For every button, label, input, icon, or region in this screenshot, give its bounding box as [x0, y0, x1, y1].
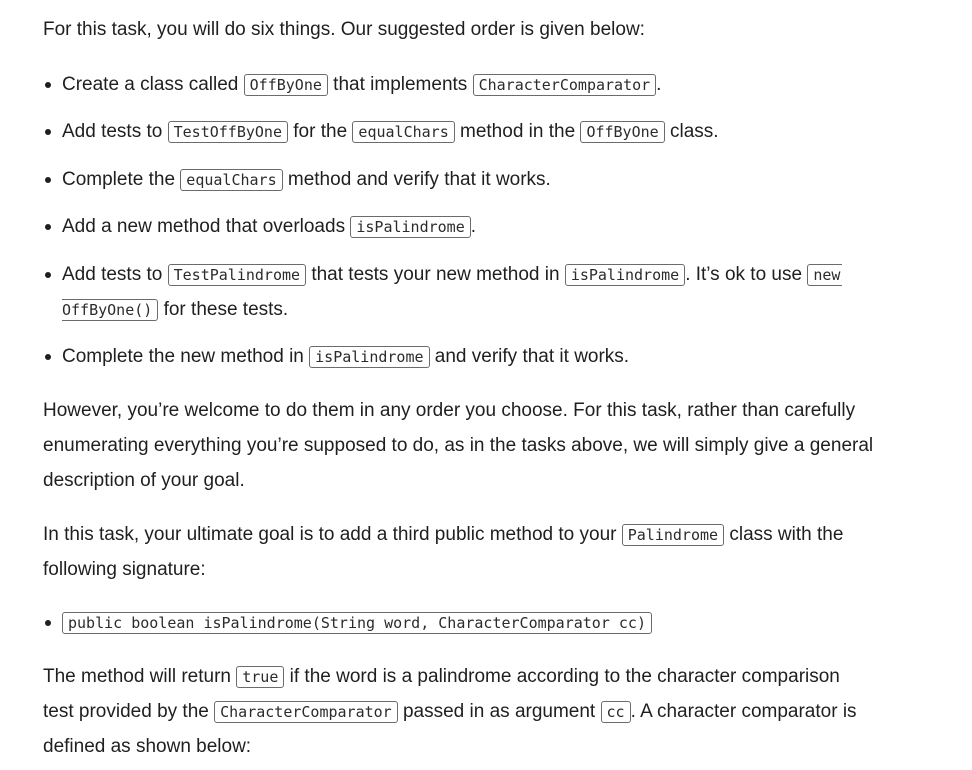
- bullet-dot: [45, 82, 51, 88]
- paragraph-return-line3: defined as shown below:: [43, 736, 252, 757]
- code-new-offbyone-part1: new: [807, 264, 843, 286]
- paragraph-text: passed in as argument: [397, 701, 601, 722]
- code-new-offbyone-part2: OffByOne(): [62, 299, 159, 321]
- paragraph-text: . A character comparator is: [630, 701, 857, 722]
- paragraph-text: class with the: [724, 524, 844, 545]
- step-text: that tests your new method in: [306, 264, 565, 285]
- bullet-dot: [45, 129, 51, 135]
- step-text: Add a new method that overloads: [62, 216, 351, 237]
- step-complete-equalchars: Complete the equalChars method and verif…: [62, 169, 551, 191]
- code-true: true: [236, 666, 285, 688]
- paragraph-text: if the word is a palindrome according to…: [284, 666, 840, 687]
- paragraph-text: The method will return: [43, 666, 237, 687]
- step-text: for these tests.: [158, 299, 289, 320]
- code-method-signature: public boolean isPalindrome(String word,…: [62, 612, 652, 634]
- code-testpalindrome: TestPalindrome: [167, 264, 307, 286]
- code-equalchars: equalChars: [180, 169, 283, 191]
- step-text: . It’s ok to use: [685, 264, 808, 285]
- bullet-dot: [45, 177, 51, 183]
- code-equalchars: equalChars: [352, 121, 455, 143]
- bullet-dot: [45, 272, 51, 278]
- code-ispalindrome: isPalindrome: [350, 216, 471, 238]
- code-palindrome: Palindrome: [621, 524, 725, 546]
- paragraph-text: In this task, your ultimate goal is to a…: [43, 524, 622, 545]
- bullet-dot: [45, 354, 51, 360]
- code-offbyone: OffByOne: [580, 121, 665, 143]
- step-text: .: [656, 74, 662, 95]
- step-text: that implements: [327, 74, 473, 95]
- document-page: For this task, you will do six things. O…: [0, 0, 972, 770]
- bullet-dot: [45, 224, 51, 230]
- step-add-tests-palindrome-cont: OffByOne() for these tests.: [62, 299, 288, 321]
- method-signature-item: public boolean isPalindrome(String word,…: [62, 612, 652, 634]
- step-text: Complete the new method in: [62, 346, 310, 367]
- step-text: for the: [288, 121, 353, 142]
- step-create-class: Create a class called OffByOne that impl…: [62, 74, 661, 96]
- step-add-tests-palindrome: Add tests to TestPalindrome that tests y…: [62, 264, 843, 286]
- paragraph-return-line2: test provided by the CharacterComparator…: [43, 701, 857, 723]
- bullet-dot: [45, 620, 51, 626]
- intro-text: For this task, you will do six things. O…: [43, 19, 645, 40]
- step-text: .: [470, 216, 477, 237]
- step-text: method and verify that it works.: [282, 169, 551, 190]
- step-complete-new-method: Complete the new method in isPalindrome …: [62, 346, 629, 368]
- paragraph-order-line2: enumerating everything you’re supposed t…: [43, 435, 874, 456]
- step-text: Complete the: [62, 169, 181, 190]
- step-text: Add tests to: [62, 264, 168, 285]
- step-text: Create a class called: [62, 74, 244, 95]
- paragraph-order-line3: description of your goal.: [43, 470, 245, 491]
- code-ispalindrome: isPalindrome: [564, 264, 686, 286]
- paragraph-order-line1: However, you’re welcome to do them in an…: [43, 400, 856, 421]
- code-cc: cc: [600, 701, 631, 723]
- code-testoffbyone: TestOffByOne: [167, 121, 288, 143]
- step-text: method in the: [454, 121, 581, 142]
- code-ispalindrome: isPalindrome: [309, 346, 430, 368]
- code-charactercomparator: CharacterComparator: [214, 701, 398, 723]
- code-charactercomparator: CharacterComparator: [472, 74, 657, 96]
- step-text: and verify that it works.: [429, 346, 630, 367]
- step-add-tests-offbyone: Add tests to TestOffByOne for the equalC…: [62, 121, 719, 143]
- code-offbyone: OffByOne: [243, 74, 328, 96]
- paragraph-text: test provided by the: [43, 701, 215, 722]
- paragraph-goal-line1: In this task, your ultimate goal is to a…: [43, 524, 843, 546]
- step-text: Add tests to: [62, 121, 168, 142]
- step-text: class.: [664, 121, 719, 142]
- paragraph-return-line1: The method will return true if the word …: [43, 666, 840, 688]
- step-overload-ispalindrome: Add a new method that overloads isPalind…: [62, 216, 476, 238]
- paragraph-goal-line2: following signature:: [43, 559, 206, 580]
